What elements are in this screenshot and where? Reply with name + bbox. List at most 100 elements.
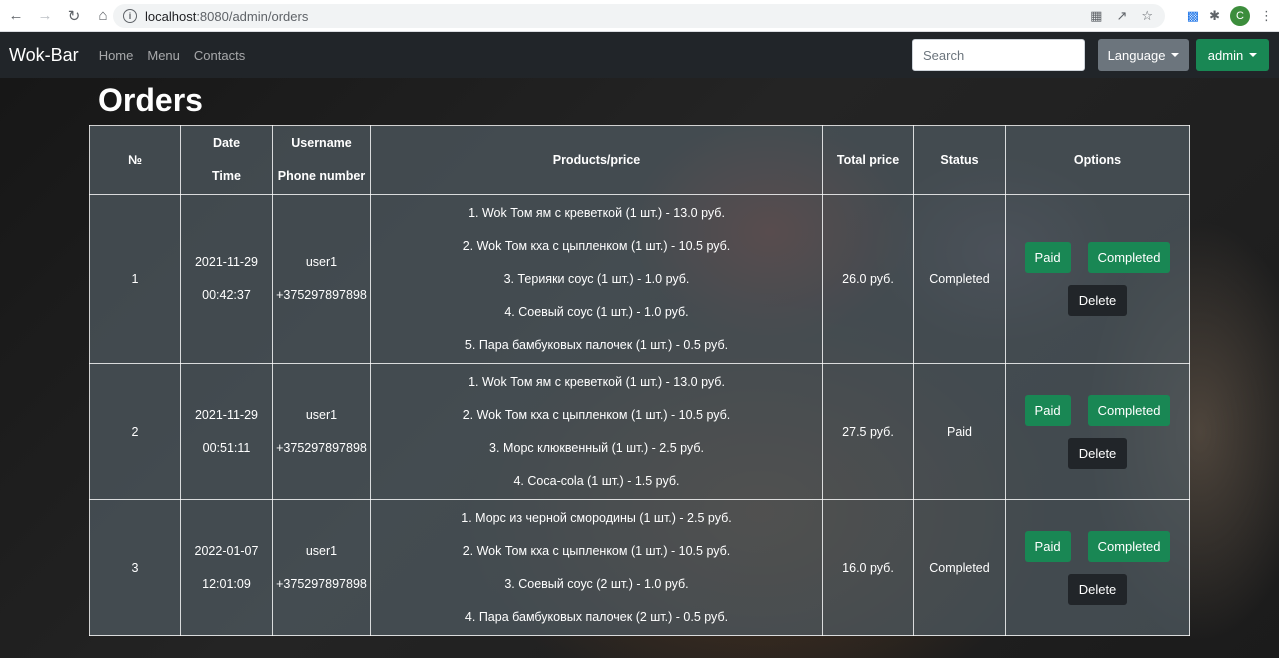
header-options: Options [1005, 125, 1190, 195]
order-total: 26.0 руб. [822, 194, 914, 364]
language-label: Language [1107, 47, 1166, 63]
caret-down-icon [1171, 53, 1180, 57]
nav-links: Home Menu Contacts [99, 48, 246, 63]
translate-icon[interactable]: ▦ [1090, 8, 1102, 24]
browser-toolbar: ← → ↻ ⌂ i localhost:8080/admin/orders ▦ … [0, 0, 1279, 32]
order-number: 2 [89, 363, 181, 500]
share-icon[interactable]: ↗ [1116, 8, 1127, 24]
order-status: Completed [913, 194, 1006, 364]
header-total: Total price [822, 125, 914, 195]
header-username: Username [291, 136, 352, 150]
nav-link-menu[interactable]: Menu [147, 48, 180, 63]
product-line: 3. Соевый соус (2 шт.) - 1.0 руб. [504, 576, 689, 591]
order-datetime: 2021-11-29 00:42:37 [180, 194, 273, 364]
paid-button[interactable]: Paid [1024, 530, 1071, 562]
table-row: 1 2021-11-29 00:42:37 user1 +375297897898 … [89, 194, 1190, 364]
delete-button[interactable]: Delete [1067, 573, 1128, 605]
profile-avatar-icon[interactable]: C [1230, 6, 1250, 26]
order-date: 2022-01-07 [194, 543, 259, 558]
table-row: 3 2022-01-07 12:01:09 user1 +375297897898 … [89, 499, 1190, 636]
page-title: Orders [98, 82, 203, 118]
completed-button[interactable]: Completed [1087, 530, 1171, 562]
order-number: 1 [89, 194, 181, 364]
product-line: 3. Терияки соус (1 шт.) - 1.0 руб. [503, 271, 690, 286]
order-username: user1 [305, 407, 338, 422]
completed-button[interactable]: Completed [1087, 394, 1171, 426]
nav-link-contacts[interactable]: Contacts [194, 48, 245, 63]
completed-button[interactable]: Completed [1087, 242, 1171, 273]
order-total: 27.5 руб. [822, 363, 914, 500]
forward-arrow-icon[interactable]: → [32, 3, 58, 29]
order-datetime: 2022-01-07 12:01:09 [180, 499, 273, 636]
order-products: 1. Морс из черной смородины (1 шт.) - 2.… [370, 499, 823, 636]
admin-dropdown[interactable]: admin [1196, 39, 1269, 71]
header-date-time: Date Time [180, 125, 273, 195]
url-text: localhost:8080/admin/orders [145, 9, 308, 24]
header-time: Time [212, 169, 241, 183]
order-datetime: 2021-11-29 00:51:11 [180, 363, 273, 500]
order-products: 1. Wok Том ям с креветкой (1 шт.) - 13.0… [370, 363, 823, 500]
order-user: user1 +375297897898 [272, 363, 371, 500]
bookmark-star-icon[interactable]: ☆ [1141, 8, 1153, 24]
order-user: user1 +375297897898 [272, 499, 371, 636]
order-options: Paid Completed Delete [1005, 194, 1190, 364]
brand-logo[interactable]: Wok-Bar [9, 45, 79, 66]
order-total: 16.0 руб. [822, 499, 914, 636]
product-line: 2. Wok Том кха с цыпленком (1 шт.) - 10.… [462, 407, 731, 422]
caret-down-icon [1249, 53, 1258, 57]
header-phone: Phone number [277, 169, 366, 183]
order-phone: +375297897898 [276, 576, 367, 591]
order-status: Paid [913, 363, 1006, 500]
order-phone: +375297897898 [276, 288, 367, 302]
product-line: 4. Соевый соус (1 шт.) - 1.0 руб. [504, 304, 689, 319]
product-line: 1. Wok Том ям с креветкой (1 шт.) - 13.0… [468, 374, 725, 389]
order-date: 2021-11-29 [194, 407, 258, 422]
paid-button[interactable]: Paid [1024, 394, 1071, 426]
order-phone: +375297897898 [276, 440, 367, 455]
product-line: 4. Coca-cola (1 шт.) - 1.5 руб. [513, 473, 680, 488]
table-header-row: № Date Time Username Phone number Products… [89, 125, 1190, 195]
order-username: user1 [305, 255, 338, 269]
order-options: Paid Completed Delete [1005, 499, 1190, 636]
delete-button[interactable]: Delete [1067, 285, 1128, 316]
product-line: 3. Морс клюквенный (1 шт.) - 2.5 руб. [489, 440, 704, 455]
page-content: Wok-Bar Home Menu Contacts Language admi… [0, 32, 1279, 658]
site-navbar: Wok-Bar Home Menu Contacts Language admi… [0, 32, 1279, 78]
reload-icon[interactable]: ↻ [61, 3, 87, 29]
order-products: 1. Wok Том ям с креветкой (1 шт.) - 13.0… [370, 194, 823, 364]
order-date: 2021-11-29 [194, 255, 258, 269]
product-line: 2. Wok Том кха с цыпленком (1 шт.) - 10.… [462, 238, 731, 253]
browser-menu-icon[interactable]: ⋮ [1260, 8, 1273, 24]
address-bar[interactable]: i localhost:8080/admin/orders ▦ ↗ ☆ [113, 4, 1165, 28]
header-date: Date [212, 136, 241, 150]
product-line: 1. Wok Том ям с креветкой (1 шт.) - 13.0… [468, 205, 725, 220]
paid-button[interactable]: Paid [1024, 242, 1071, 273]
extension-translate-icon[interactable]: ▩ [1187, 8, 1199, 24]
nav-link-home[interactable]: Home [99, 48, 134, 63]
extensions-puzzle-icon[interactable]: ✱ [1209, 8, 1220, 24]
order-time: 12:01:09 [202, 576, 251, 591]
order-user: user1 +375297897898 [272, 194, 371, 364]
header-username-phone: Username Phone number [272, 125, 371, 195]
delete-button[interactable]: Delete [1067, 437, 1128, 469]
header-number: № [89, 125, 181, 195]
url-host: localhost [145, 8, 197, 24]
header-status: Status [913, 125, 1006, 195]
product-line: 4. Пара бамбуковых палочек (2 шт.) - 0.5… [464, 609, 729, 624]
order-time: 00:42:37 [202, 288, 251, 302]
product-line: 1. Морс из черной смородины (1 шт.) - 2.… [461, 510, 732, 525]
order-time: 00:51:11 [202, 440, 251, 455]
header-products: Products/price [370, 125, 823, 195]
order-username: user1 [305, 543, 338, 558]
table-row: 2 2021-11-29 00:51:11 user1 +375297897898 … [89, 363, 1190, 500]
site-info-icon[interactable]: i [123, 9, 137, 23]
language-dropdown[interactable]: Language [1098, 39, 1189, 71]
orders-table: № Date Time Username Phone number Products… [89, 125, 1190, 636]
search-input[interactable] [912, 39, 1085, 71]
order-number: 3 [89, 499, 181, 636]
order-status: Completed [913, 499, 1006, 636]
admin-label: admin [1207, 47, 1244, 63]
order-options: Paid Completed Delete [1005, 363, 1190, 500]
back-arrow-icon[interactable]: ← [3, 3, 29, 29]
product-line: 2. Wok Том кха с цыпленком (1 шт.) - 10.… [462, 543, 731, 558]
